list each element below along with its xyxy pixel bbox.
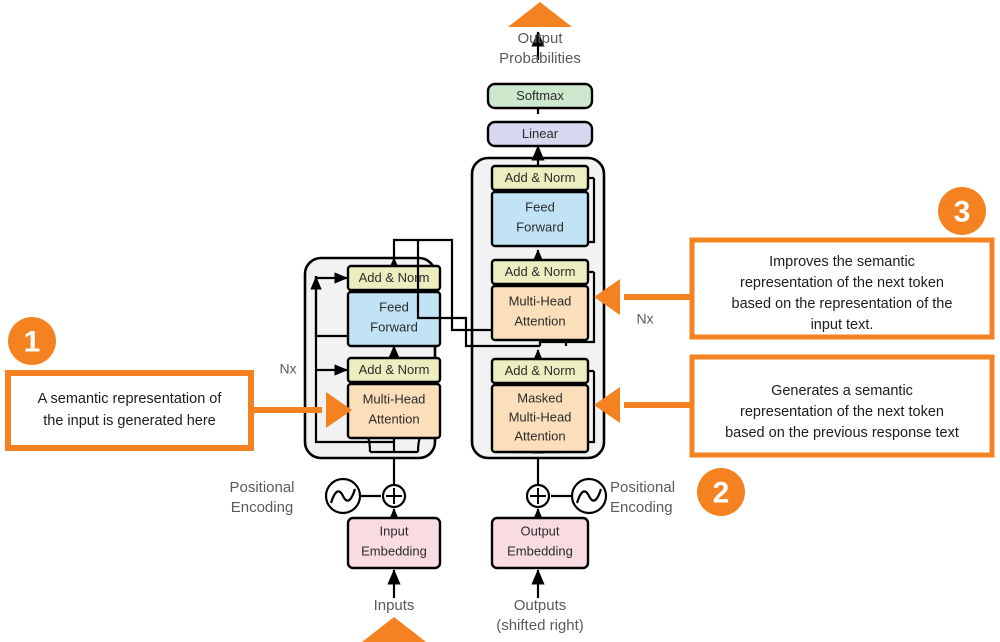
output-probabilities-label-line2: Probabilities: [499, 50, 581, 67]
callout-1-badge-number: 1: [24, 326, 41, 359]
decoder-cross-attention-label-line2: Attention: [514, 313, 565, 328]
callout-3-badge-number: 3: [954, 196, 971, 229]
output-embedding-label-line1: Output: [520, 523, 559, 538]
decoder-add-norm-top-label: Add & Norm: [505, 170, 576, 185]
linear-label: Linear: [522, 126, 559, 141]
encoder-attention-label-line2: Attention: [368, 411, 419, 426]
top-orange-pointer-triangle: [508, 2, 572, 27]
callout-2-connector: [594, 387, 692, 423]
decoder-nx-label: Nx: [636, 311, 653, 327]
callout-2-text-line-2: representation of the next token: [740, 404, 944, 420]
softmax-label: Softmax: [516, 88, 564, 103]
encoder-feed-forward-label-line2: Forward: [370, 319, 418, 334]
inputs-label: Inputs: [374, 597, 415, 614]
callout-3-connector: [594, 279, 692, 315]
callout-2-badge-number: 2: [713, 477, 730, 510]
callout-3-text-line-2: representation of the next token: [740, 275, 944, 291]
input-positional-encoding-label-line2: Encoding: [231, 499, 294, 516]
callout-3-text-line-4: input text.: [811, 317, 874, 333]
outputs-label-line2: (shifted right): [496, 617, 584, 634]
input-positional-encoding-label-line1: Positional: [229, 479, 294, 496]
callout-1-text-line-2: the input is generated here: [43, 413, 216, 429]
outputs-label-line1: Outputs: [514, 597, 567, 614]
decoder-add-norm-bottom-label: Add & Norm: [505, 363, 576, 378]
diagram-canvas: Add & Norm Feed Forward Add & Norm Multi…: [0, 0, 1000, 642]
callout-3-text-line-3: based on the representation of the: [732, 296, 953, 312]
callout-2-text-line-3: based on the previous response text: [725, 425, 959, 441]
input-embedding-label-line1: Input: [380, 523, 409, 538]
output-probabilities-label-line1: Output: [517, 30, 563, 47]
decoder-add-norm-middle-label: Add & Norm: [505, 264, 576, 279]
input-embedding-label-line2: Embedding: [361, 543, 427, 558]
callout-1-text-line-1: A semantic representation of: [38, 391, 223, 407]
decoder-feed-forward-label-line2: Forward: [516, 219, 564, 234]
decoder-masked-attention-label-line2: Multi-Head: [509, 409, 572, 424]
output-positional-encoding-label-line1: Positional: [610, 479, 675, 496]
input-positional-encoding-group: [324, 477, 407, 515]
encoder-nx-label: Nx: [279, 361, 296, 377]
encoder-attention-label-line1: Multi-Head: [363, 391, 426, 406]
output-positional-encoding-label-line2: Encoding: [610, 499, 673, 516]
callout-3-text-line-1: Improves the semantic: [769, 254, 915, 270]
decoder-feed-forward-label-line1: Feed: [525, 199, 555, 214]
callout-1-box: [5, 370, 254, 451]
callout-2-text-line-1: Generates a semantic: [771, 383, 913, 399]
encoder-feed-forward-label-line1: Feed: [379, 299, 409, 314]
output-positional-encoding-group: [525, 477, 608, 515]
decoder-cross-attention-label-line1: Multi-Head: [509, 293, 572, 308]
decoder-masked-attention-label-line3: Attention: [514, 428, 565, 443]
transformer-architecture-diagram: Add & Norm Feed Forward Add & Norm Multi…: [5, 2, 995, 642]
output-embedding-label-line2: Embedding: [507, 543, 573, 558]
decoder-masked-attention-label-line1: Masked: [517, 390, 563, 405]
bottom-orange-pointer-triangle: [362, 617, 426, 642]
encoder-add-norm-lower-label: Add & Norm: [359, 362, 430, 377]
